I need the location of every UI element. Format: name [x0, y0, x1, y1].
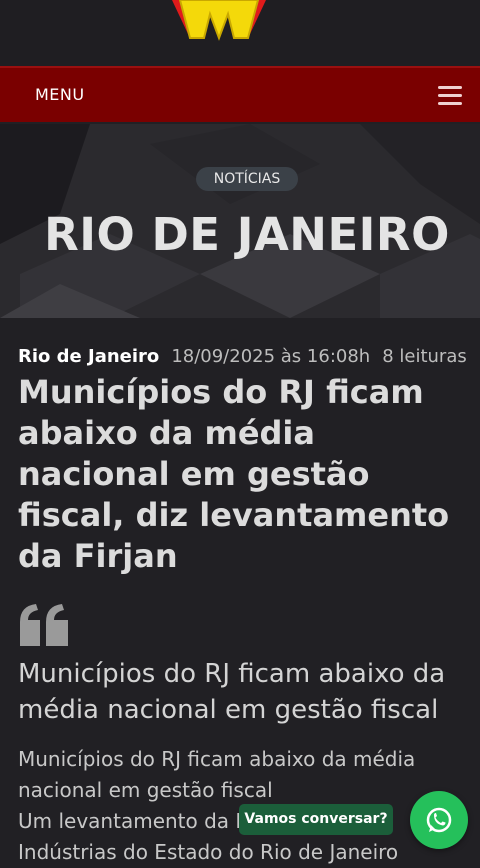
menu-bar: MENU [0, 66, 480, 122]
menu-label[interactable]: MENU [35, 85, 85, 104]
page-title: RIO DE JANEIRO [44, 208, 450, 261]
article-headline: Municípios do RJ ficam abaixo da média n… [18, 373, 450, 575]
article-meta: Rio de Janeiro 18/09/2025 às 16:08h 8 leit… [18, 346, 467, 367]
whatsapp-button[interactable] [410, 791, 468, 849]
chat-prompt-button[interactable]: Vamos conversar? [239, 804, 393, 835]
quote-icon [20, 604, 68, 646]
hamburger-icon[interactable] [438, 86, 462, 105]
article-date: 18/09/2025 às 16:08h [171, 346, 371, 367]
category-badge[interactable]: NOTÍCIAS [196, 167, 298, 191]
article-category[interactable]: Rio de Janeiro [18, 346, 159, 367]
read-count: 8 leituras [382, 346, 467, 367]
brand-logo[interactable] [166, 0, 272, 44]
body-line: nacional em gestão fiscal [18, 778, 273, 802]
body-line: Municípios do RJ ficam abaixo da média [18, 747, 416, 771]
body-line: Indústrias do Estado do Rio de Janeiro [18, 840, 399, 864]
top-header [0, 0, 480, 67]
article-subtitle: Municípios do RJ ficam abaixo da média n… [18, 659, 446, 725]
whatsapp-icon [426, 807, 452, 833]
